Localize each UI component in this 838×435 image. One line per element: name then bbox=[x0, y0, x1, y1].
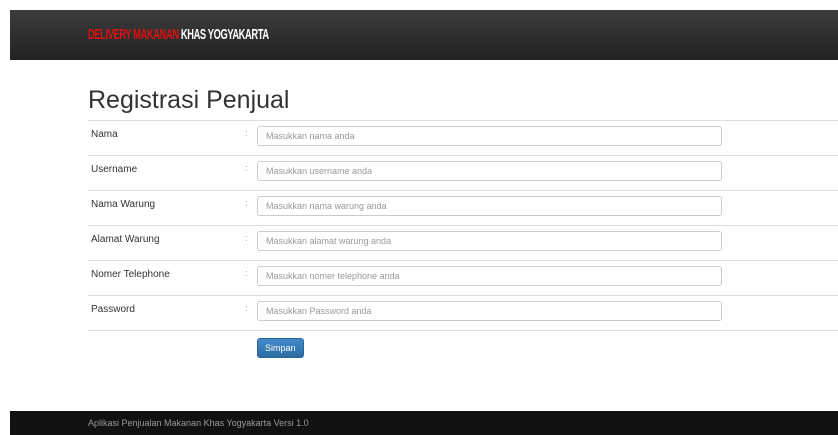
page-title: Registrasi Penjual bbox=[88, 86, 290, 114]
simpan-button[interactable]: Simpan bbox=[257, 338, 304, 358]
brand-logo[interactable]: DELIVERY MAKANAN KHAS YOGYAKARTA bbox=[88, 24, 269, 46]
password-input[interactable] bbox=[257, 301, 722, 321]
form-row-nama-warung: Nama Warung : bbox=[88, 190, 838, 225]
field-separator: : bbox=[245, 128, 248, 138]
field-separator: : bbox=[245, 233, 248, 243]
field-separator: : bbox=[245, 163, 248, 173]
footer: Aplikasi Penjualan Makanan Khas Yogyakar… bbox=[10, 411, 838, 435]
field-separator: : bbox=[245, 303, 248, 313]
nama-label: Nama bbox=[91, 129, 118, 140]
form-row-alamat-warung: Alamat Warung : bbox=[88, 225, 838, 260]
username-label: Username bbox=[91, 164, 138, 175]
registration-form: Nama : Username : Nama Warung : Alamat W… bbox=[88, 120, 838, 371]
nama-warung-input[interactable] bbox=[257, 196, 722, 216]
alamat-warung-label: Alamat Warung bbox=[91, 234, 160, 245]
password-label: Password bbox=[91, 304, 135, 315]
telephone-input[interactable] bbox=[257, 266, 722, 286]
alamat-warung-input[interactable] bbox=[257, 231, 722, 251]
top-navbar: DELIVERY MAKANAN KHAS YOGYAKARTA bbox=[10, 10, 838, 60]
brand-text-region: KHAS YOGYAKARTA bbox=[180, 26, 269, 43]
field-separator: : bbox=[245, 198, 248, 208]
form-actions: Simpan bbox=[88, 330, 838, 371]
form-row-password: Password : bbox=[88, 295, 838, 330]
nama-input[interactable] bbox=[257, 126, 722, 146]
form-row-username: Username : bbox=[88, 155, 838, 190]
footer-text: Aplikasi Penjualan Makanan Khas Yogyakar… bbox=[88, 418, 309, 428]
nama-warung-label: Nama Warung bbox=[91, 199, 156, 210]
brand-text-delivery: DELIVERY MAKANAN bbox=[88, 26, 179, 43]
username-input[interactable] bbox=[257, 161, 722, 181]
field-separator: : bbox=[245, 268, 248, 278]
telephone-label: Nomer Telephone bbox=[91, 269, 170, 280]
form-row-telephone: Nomer Telephone : bbox=[88, 260, 838, 295]
form-row-nama: Nama : bbox=[88, 120, 838, 155]
